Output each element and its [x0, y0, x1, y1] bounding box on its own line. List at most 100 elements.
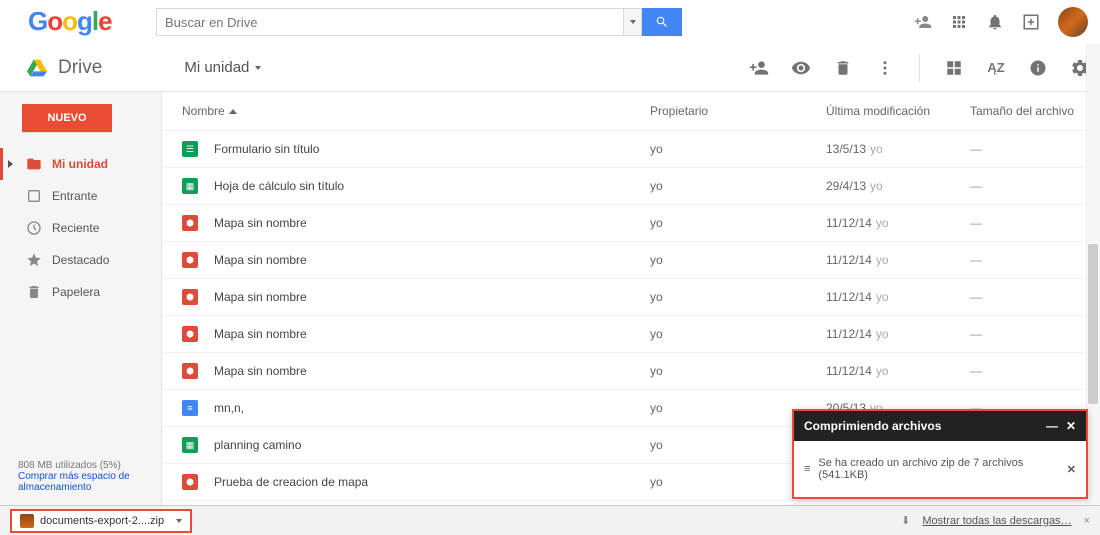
col-size-header[interactable]: Tamaño del archivo: [970, 104, 1100, 118]
chevron-down-icon: [176, 519, 182, 523]
map-pin-icon: ⬢: [182, 215, 198, 231]
sidebar-item-star[interactable]: Destacado: [0, 244, 161, 276]
incoming-icon: [26, 188, 42, 204]
storage-buy-link[interactable]: Comprar más espacio dealmacenamiento: [18, 471, 151, 493]
file-owner: yo: [650, 253, 826, 267]
sidebar-item-trash[interactable]: Papelera: [0, 276, 161, 308]
file-modified: 11/12/14yo: [826, 290, 970, 304]
file-size: —: [970, 216, 1100, 230]
form-icon: ☰: [182, 141, 198, 157]
breadcrumb[interactable]: Mi unidad: [184, 59, 261, 76]
zip-list-icon: ≡: [804, 463, 810, 475]
preview-eye-icon[interactable]: [791, 58, 811, 78]
file-name: Mapa sin nombre: [214, 290, 650, 304]
info-icon[interactable]: [1028, 58, 1048, 78]
file-size: —: [970, 142, 1100, 156]
map-pin-icon: ⬢: [182, 289, 198, 305]
folder-icon: [26, 156, 42, 172]
file-size: —: [970, 179, 1100, 193]
drive-header: Drive Mi unidad ĄZ: [0, 44, 1100, 92]
zip-file-icon: [20, 514, 34, 528]
storage-usage: 808 MB utilizados (5%): [18, 460, 151, 471]
action-icons: ĄZ: [749, 54, 1100, 82]
apps-grid-icon[interactable]: [950, 13, 968, 31]
column-headers: Nombre Propietario Última modificación T…: [162, 92, 1100, 131]
notifications-icon[interactable]: [986, 13, 1004, 31]
file-row[interactable]: ☰Formulario sin títuloyo13/5/13yo—: [162, 131, 1100, 168]
nav-list: Mi unidad Entrante Reciente Destacado Papele…: [0, 148, 161, 308]
download-bar: documents-export-2....zip ⬇ Mostrar toda…: [0, 505, 1100, 535]
map-pin-icon: ⬢: [182, 363, 198, 379]
file-owner: yo: [650, 364, 826, 378]
sort-az-icon[interactable]: ĄZ: [986, 58, 1006, 78]
sidebar-item-label: Papelera: [52, 285, 100, 299]
add-person-icon[interactable]: [914, 13, 932, 31]
drive-triangle-icon: [26, 58, 48, 78]
new-button[interactable]: NUEVO: [22, 104, 112, 132]
file-row[interactable]: ▦Hoja de cálculo sin títuloyo29/4/13yo—: [162, 168, 1100, 205]
download-item[interactable]: documents-export-2....zip: [10, 509, 192, 533]
col-owner-header[interactable]: Propietario: [650, 104, 826, 118]
breadcrumb-label: Mi unidad: [184, 59, 249, 76]
file-row[interactable]: ⬢Mapa sin nombreyo11/12/14yo—: [162, 242, 1100, 279]
col-name-header[interactable]: Nombre: [182, 104, 650, 118]
close-icon[interactable]: ×: [1084, 515, 1090, 527]
scrollbar-thumb[interactable]: [1088, 244, 1098, 404]
file-row[interactable]: ⬢Mapa sin nombreyo11/12/14yo—: [162, 353, 1100, 390]
sidebar-item-label: Entrante: [52, 189, 97, 203]
map-pin-icon: ⬢: [182, 252, 198, 268]
file-size: —: [970, 253, 1100, 267]
top-bar: Google: [0, 0, 1100, 44]
topbar-right: [914, 7, 1088, 37]
drive-label: Drive: [58, 57, 102, 79]
close-icon[interactable]: ✕: [1067, 463, 1076, 476]
more-vertical-icon[interactable]: [875, 58, 895, 78]
grid-view-icon[interactable]: [944, 58, 964, 78]
file-modified: 11/12/14yo: [826, 216, 970, 230]
document-icon: ≡: [182, 400, 198, 416]
sidebar-item-label: Destacado: [52, 253, 109, 267]
map-pin-icon: ⬢: [182, 474, 198, 490]
trash-icon: [26, 284, 42, 300]
search-button[interactable]: [642, 8, 682, 36]
share-person-icon[interactable]: [749, 58, 769, 78]
file-owner: yo: [650, 179, 826, 193]
divider: [919, 54, 920, 82]
delete-trash-icon[interactable]: [833, 58, 853, 78]
sort-ascending-icon: [229, 109, 237, 114]
vertical-scrollbar[interactable]: [1086, 44, 1100, 505]
minimize-icon[interactable]: —: [1046, 419, 1058, 433]
google-logo[interactable]: Google: [28, 6, 120, 38]
user-avatar[interactable]: [1058, 7, 1088, 37]
star-icon: [26, 252, 42, 268]
compress-message: Se ha creado un archivo zip de 7 archivo…: [818, 457, 1058, 481]
drive-logo[interactable]: Drive: [26, 57, 102, 79]
file-name: Mapa sin nombre: [214, 364, 650, 378]
sidebar-item-recent[interactable]: Reciente: [0, 212, 161, 244]
map-pin-icon: ⬢: [182, 326, 198, 342]
search-options-dropdown[interactable]: [624, 8, 642, 36]
share-icon[interactable]: [1022, 13, 1040, 31]
file-size: —: [970, 290, 1100, 304]
file-name: planning camino: [214, 438, 650, 452]
file-name: Prueba de creacion de mapa: [214, 475, 650, 489]
file-row[interactable]: ⬢Mapa sin nombreyo11/12/14yo—: [162, 316, 1100, 353]
sidebar-item-label: Mi unidad: [52, 157, 108, 171]
file-name: Mapa sin nombre: [214, 327, 650, 341]
file-modified: 29/4/13yo: [826, 179, 970, 193]
chevron-right-icon: [8, 160, 13, 168]
file-size: —: [970, 327, 1100, 341]
show-all-downloads-link[interactable]: Mostrar todas las descargas…: [922, 515, 1071, 527]
file-row[interactable]: ⬢Mapa sin nombreyo11/12/14yo—: [162, 279, 1100, 316]
sidebar-item-incoming[interactable]: Entrante: [0, 180, 161, 212]
sidebar-item-folder[interactable]: Mi unidad: [0, 148, 161, 180]
file-owner: yo: [650, 142, 826, 156]
sidebar-item-label: Reciente: [52, 221, 99, 235]
col-modified-header[interactable]: Última modificación: [826, 104, 970, 118]
file-row[interactable]: ⬢Mapa sin nombreyo11/12/14yo—: [162, 205, 1100, 242]
close-icon[interactable]: ✕: [1066, 419, 1076, 433]
compress-dialog-header: Comprimiendo archivos — ✕: [794, 411, 1086, 441]
search-input[interactable]: [156, 8, 624, 36]
compress-body: ≡ Se ha creado un archivo zip de 7 archi…: [794, 441, 1086, 497]
chevron-down-icon: [255, 66, 261, 70]
